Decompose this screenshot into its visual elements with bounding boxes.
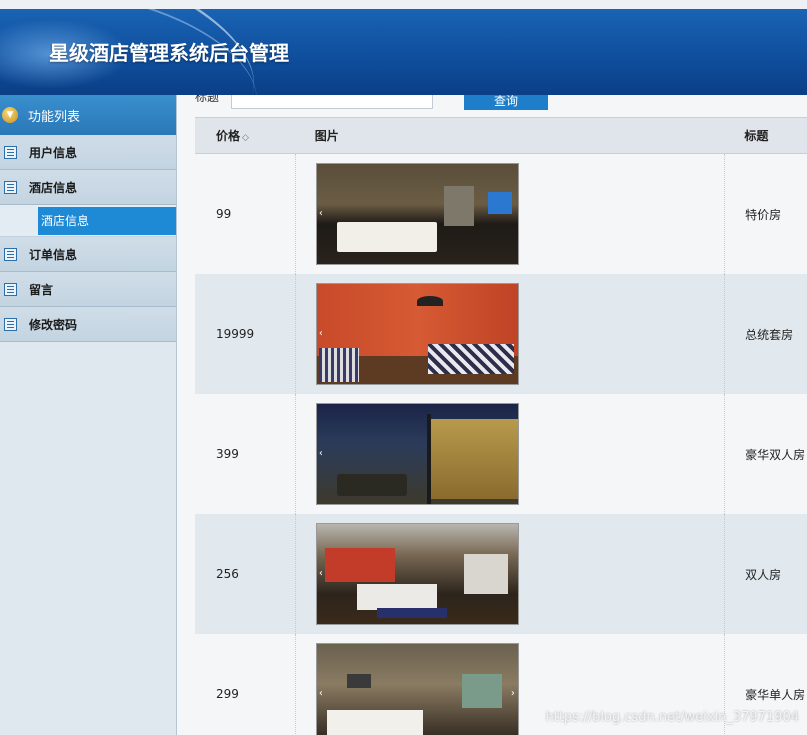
image-cell: ‹ — [294, 394, 726, 514]
photo-detail — [324, 548, 395, 582]
main-content: 标题 查询 价格 ◇ 图片 标题 99 ‹ 特价房 19999 ‹ 总统套房 3… — [177, 95, 807, 735]
chevron-left-icon[interactable]: ‹ — [319, 448, 323, 459]
room-photo[interactable]: ‹ › — [315, 643, 519, 735]
chevron-left-icon[interactable]: ‹ — [319, 328, 323, 339]
price-cell: 19999 — [216, 327, 255, 341]
price-cell: 299 — [216, 687, 239, 701]
photo-detail — [463, 554, 508, 594]
search-input[interactable] — [231, 95, 433, 109]
list-icon — [4, 145, 17, 159]
price-cell: 99 — [216, 207, 232, 221]
table-row[interactable]: 99 ‹ 特价房 — [195, 154, 807, 274]
list-icon — [4, 180, 17, 194]
sidebar-subitem-row: 酒店信息 — [0, 205, 176, 237]
photo-detail — [443, 186, 474, 226]
sidebar-item-label: 订单信息 — [29, 247, 78, 262]
photo-detail — [336, 474, 407, 496]
title-cell: 特价房 — [745, 207, 782, 222]
sidebar-item-label: 修改密码 — [29, 317, 78, 332]
title-cell: 豪华双人房 — [745, 447, 806, 462]
sidebar-heading-label: 功能列表 — [28, 109, 81, 125]
photo-detail — [487, 192, 512, 214]
room-photo[interactable]: ‹ — [315, 523, 519, 625]
photo-detail — [326, 710, 423, 735]
sidebar-item-label: 用户信息 — [29, 145, 78, 160]
title-cell: 双人房 — [745, 567, 782, 582]
column-header-price[interactable]: 价格 ◇ — [195, 127, 295, 144]
sidebar: ▼ 功能列表 用户信息 酒店信息 酒店信息 订单信息 留言 修改密码 — [0, 95, 177, 735]
sidebar-item-messages[interactable]: 留言 — [0, 272, 176, 307]
photo-detail — [461, 674, 502, 708]
search-button[interactable]: 查询 — [464, 95, 548, 110]
hotel-table: 价格 ◇ 图片 标题 99 ‹ 特价房 19999 ‹ 总统套房 399 ‹ 豪… — [195, 117, 807, 735]
photo-detail — [416, 296, 443, 306]
photo-detail — [427, 344, 514, 374]
table-row[interactable]: 256 ‹ 双人房 — [195, 514, 807, 634]
list-icon — [4, 317, 17, 331]
column-header-label: 价格 — [216, 129, 241, 143]
sidebar-heading[interactable]: ▼ 功能列表 — [0, 95, 176, 135]
collapse-arrow-icon[interactable]: ▼ — [2, 107, 18, 123]
list-icon — [4, 247, 17, 261]
sidebar-item-label: 酒店信息 — [29, 180, 78, 195]
price-cell: 399 — [216, 447, 239, 461]
chevron-left-icon[interactable]: ‹ — [319, 568, 323, 579]
photo-detail — [426, 414, 431, 504]
chevron-right-icon[interactable]: › — [511, 688, 515, 699]
title-cell: 总统套房 — [745, 327, 794, 342]
image-cell: ‹ — [294, 514, 726, 634]
sidebar-item-user-info[interactable]: 用户信息 — [0, 135, 176, 170]
watermark-text: https://blog.csdn.net/weixin_37971904 — [545, 710, 799, 725]
sidebar-item-change-password[interactable]: 修改密码 — [0, 307, 176, 342]
sidebar-item-hotel-info[interactable]: 酒店信息 — [0, 170, 176, 205]
list-icon — [4, 282, 17, 296]
table-header: 价格 ◇ 图片 标题 — [195, 117, 807, 154]
room-photo[interactable]: ‹ — [315, 283, 519, 385]
photo-detail — [318, 348, 359, 382]
photo-detail — [427, 419, 518, 499]
sidebar-item-order-info[interactable]: 订单信息 — [0, 237, 176, 272]
table-row[interactable]: 19999 ‹ 总统套房 — [195, 274, 807, 394]
header-banner: 星级酒店管理系统后台管理 — [0, 9, 807, 95]
chevron-left-icon[interactable]: ‹ — [319, 208, 323, 219]
column-header-label: 标题 — [744, 129, 769, 143]
photo-detail — [356, 584, 437, 610]
column-header-title: 标题 — [724, 127, 807, 144]
photo-detail — [346, 674, 371, 688]
sidebar-subitem-hotel-info[interactable]: 酒店信息 — [38, 206, 176, 235]
image-cell: ‹ — [294, 154, 726, 274]
column-header-label: 图片 — [314, 129, 339, 143]
search-label: 标题 — [195, 95, 220, 104]
price-cell: 256 — [216, 567, 239, 581]
room-photo[interactable]: ‹ — [315, 163, 519, 265]
room-photo[interactable]: ‹ — [315, 403, 519, 505]
table-row[interactable]: 399 ‹ 豪华双人房 — [195, 394, 807, 514]
chevron-left-icon[interactable]: ‹ — [319, 688, 323, 699]
photo-detail — [376, 608, 447, 618]
sidebar-item-label: 留言 — [29, 282, 54, 297]
sort-icon[interactable]: ◇ — [242, 133, 249, 143]
column-header-image: 图片 — [295, 127, 725, 144]
image-cell: ‹ — [294, 274, 726, 394]
system-title: 星级酒店管理系统后台管理 — [49, 41, 289, 65]
photo-detail — [336, 222, 437, 252]
